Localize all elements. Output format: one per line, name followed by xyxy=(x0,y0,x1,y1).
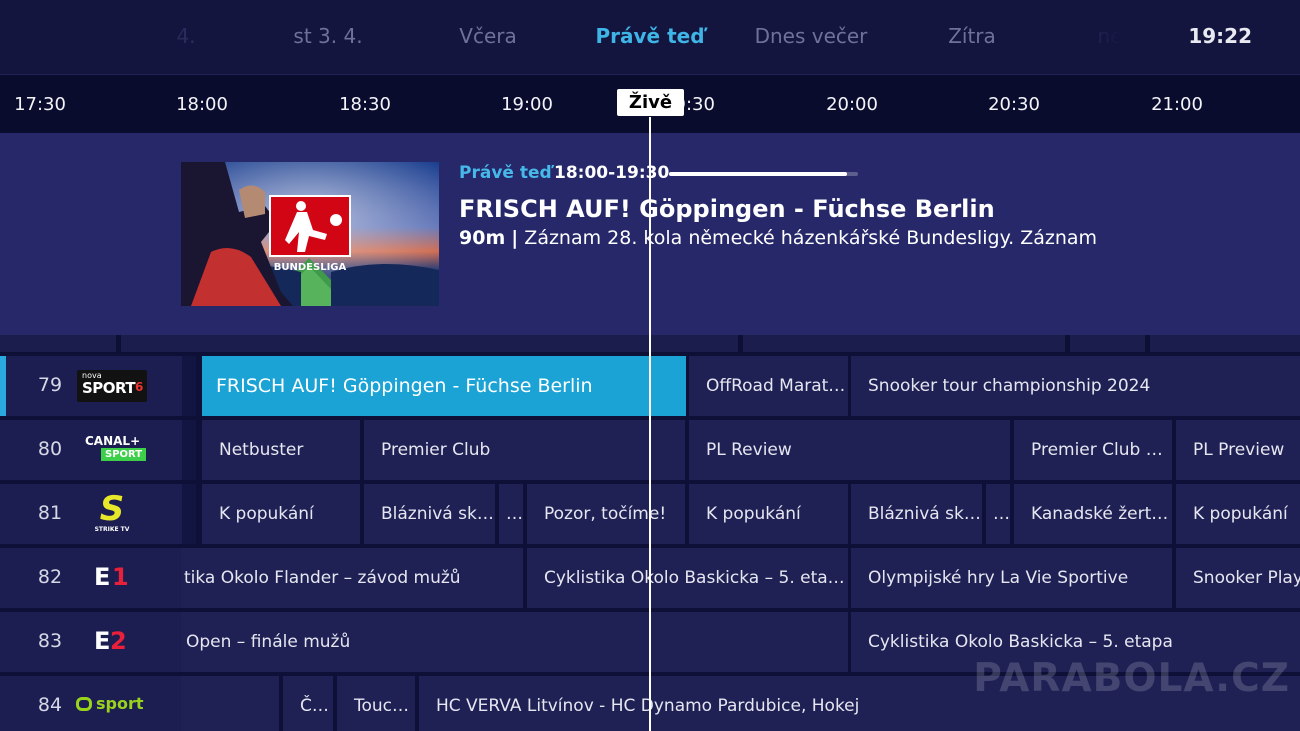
program-cell[interactable] xyxy=(180,676,279,731)
channel-row: 79 nova SPORT 6 FRISCH AUF! Göppingen - … xyxy=(0,356,1300,416)
channel-number: 83 xyxy=(37,630,63,652)
channel-cell[interactable]: 80 CANAL+ SPORT xyxy=(0,420,196,480)
channel-cell[interactable]: 84 sport xyxy=(0,676,181,731)
program-info-panel: BUNDESLIGA Právě teď 18:00-19:30 FRISCH … xyxy=(0,133,1300,335)
time-tick: 20:30 xyxy=(988,94,1040,115)
time-tick: 18:30 xyxy=(339,94,391,115)
channel-row: 80 CANAL+ SPORT Netbuster Premier Club P… xyxy=(0,420,1300,480)
day-tab-prev[interactable]: 4. xyxy=(176,24,195,48)
fade-right xyxy=(1050,0,1140,74)
nova-sport-6-logo: nova SPORT 6 xyxy=(76,364,148,408)
channel-row: 81 S STRIKE TV K popukání Bláznivá skr… … xyxy=(0,484,1300,544)
channel-number: 82 xyxy=(37,566,63,588)
program-cell[interactable]: K popukání xyxy=(202,484,360,544)
channel-cell[interactable]: 82 E 1 xyxy=(0,548,181,608)
channel-row: tika Okolo Flander – závod mužů Cyklisti… xyxy=(0,548,1300,608)
program-progress-bar xyxy=(669,172,858,176)
program-cell[interactable]: PL Review xyxy=(689,420,1010,480)
now-label: Právě teď xyxy=(459,163,552,183)
program-cell[interactable]: Snooker Playe xyxy=(1176,548,1300,608)
channel-number: 81 xyxy=(37,502,63,524)
program-cell[interactable]: Netbuster xyxy=(202,420,360,480)
day-selector-bar: 4. st 3. 4. Včera Právě teď Dnes večer Z… xyxy=(0,0,1300,75)
program-progress-fill xyxy=(669,172,847,176)
program-cell[interactable]: Č… xyxy=(283,676,333,731)
program-cell[interactable]: Bláznivá skr… xyxy=(364,484,495,544)
program-cell[interactable]: … xyxy=(499,484,523,544)
watermark: PARABOLA.CZ xyxy=(973,656,1290,701)
channel-number: 79 xyxy=(37,374,63,396)
day-tab-yesterday[interactable]: Včera xyxy=(459,24,516,48)
program-cell[interactable]: Bláznivá skr… xyxy=(851,484,982,544)
day-tab-now[interactable]: Právě teď xyxy=(595,24,704,48)
program-cell[interactable]: tika Okolo Flander – závod mužů xyxy=(180,548,523,608)
program-cell[interactable]: Premier Club E… xyxy=(1014,420,1172,480)
canal-plus-sport-logo: CANAL+ SPORT xyxy=(76,428,148,472)
time-tick: 18:00 xyxy=(176,94,228,115)
program-cell[interactable]: Open – finále mužů xyxy=(180,612,848,672)
day-tab-tomorrow[interactable]: Zítra xyxy=(948,24,996,48)
program-cell[interactable]: Pozor, točíme! xyxy=(527,484,685,544)
live-badge: Živě xyxy=(617,89,684,116)
channel-number: 80 xyxy=(37,438,63,460)
day-tab-next[interactable]: ne xyxy=(1098,24,1123,48)
time-tick: 20:00 xyxy=(826,94,878,115)
bundesliga-thumbnail-image: BUNDESLIGA xyxy=(181,162,439,306)
previous-row-strip xyxy=(0,335,1300,353)
day-tab-tonight[interactable]: Dnes večer xyxy=(755,24,868,48)
day-tab-wednesday[interactable]: st 3. 4. xyxy=(293,24,362,48)
channel-cell[interactable]: 81 S STRIKE TV xyxy=(0,484,196,544)
program-cell[interactable]: Premier Club xyxy=(364,420,685,480)
channel-cell[interactable]: 83 E 2 xyxy=(0,612,181,672)
program-cell[interactable]: K popukání xyxy=(1176,484,1300,544)
strike-tv-logo: S STRIKE TV xyxy=(94,489,130,533)
program-cell-current[interactable]: FRISCH AUF! Göppingen - Füchse Berlin xyxy=(202,356,686,416)
eurosport-2-logo: E 2 xyxy=(94,627,127,655)
program-cell[interactable]: PL Preview xyxy=(1176,420,1300,480)
channel-cell[interactable]: 79 nova SPORT 6 xyxy=(0,356,196,416)
program-time-range: 18:00-19:30 xyxy=(554,163,670,183)
ct-sport-logo: sport xyxy=(76,684,148,728)
channel-number: 84 xyxy=(37,694,63,716)
program-cell[interactable]: Kanadské žertí… xyxy=(1014,484,1172,544)
program-cell[interactable]: OffRoad Marat… xyxy=(689,356,848,416)
program-thumbnail: BUNDESLIGA xyxy=(181,162,439,306)
time-tick: 19:00 xyxy=(501,94,553,115)
program-cell[interactable]: … xyxy=(986,484,1010,544)
eurosport-1-logo: E 1 xyxy=(94,563,129,591)
program-cell[interactable]: Cyklistika Okolo Baskicka – 5. etapa xyxy=(527,548,848,608)
program-cell[interactable]: K popukání xyxy=(689,484,848,544)
program-description-line: 90m | Záznam 28. kola německé házenkářsk… xyxy=(459,227,1097,249)
program-cell[interactable]: Olympijské hry La Vie Sportive xyxy=(851,548,1172,608)
program-cell[interactable]: Snooker tour championship 2024 xyxy=(851,356,1300,416)
separator: | xyxy=(511,227,519,249)
clock: 19:22 xyxy=(1188,24,1252,48)
time-tick: 21:00 xyxy=(1151,94,1203,115)
program-duration: 90m xyxy=(459,227,506,249)
program-description: Záznam 28. kola německé házenkářské Bund… xyxy=(524,227,1098,249)
thumbnail-caption: BUNDESLIGA xyxy=(274,262,347,273)
time-tick: 17:30 xyxy=(14,94,66,115)
program-title: FRISCH AUF! Göppingen - Füchse Berlin xyxy=(459,195,995,223)
program-cell[interactable]: Touc… xyxy=(337,676,415,731)
